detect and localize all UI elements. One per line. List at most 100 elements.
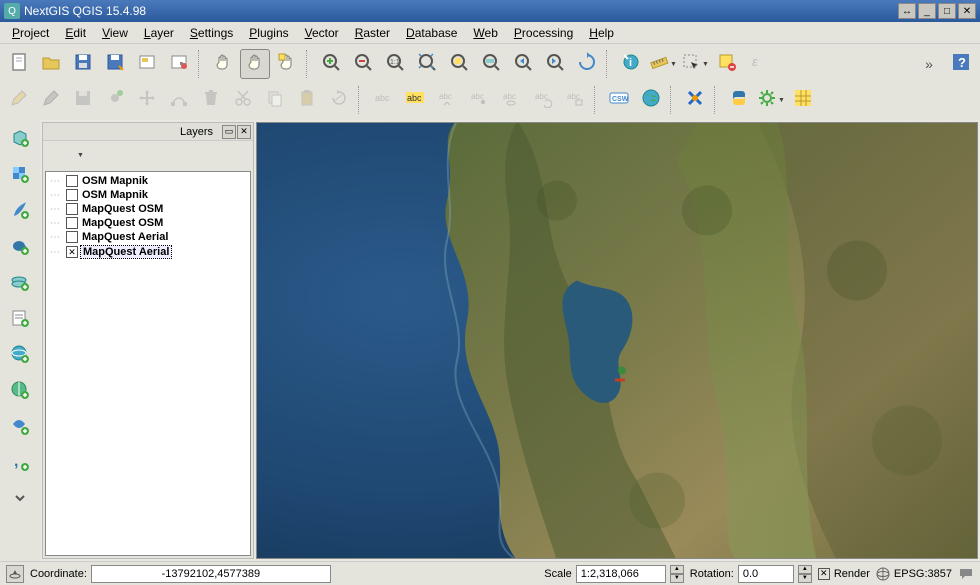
zoom-next-button[interactable] (540, 49, 570, 79)
label-move-button: abc (432, 85, 462, 115)
add-wfs-button[interactable] (4, 340, 36, 372)
web-globe-button[interactable] (636, 85, 666, 115)
zoom-out-button[interactable] (348, 49, 378, 79)
menu-view[interactable]: View (94, 24, 136, 42)
add-wcs-button[interactable] (4, 376, 36, 408)
layers-undock-button[interactable]: ▭ (222, 125, 236, 139)
maximize-button[interactable]: □ (938, 3, 956, 19)
open-project-button[interactable] (36, 49, 66, 79)
toggle-extents-button[interactable] (6, 565, 24, 583)
zoom-full-button[interactable] (412, 49, 442, 79)
identify-button[interactable]: i (616, 49, 646, 79)
grid-button[interactable] (788, 85, 818, 115)
layers-visibility-button[interactable]: ▼ (69, 144, 91, 166)
layer-checkbox[interactable] (66, 231, 78, 243)
layer-checkbox[interactable]: ✕ (66, 246, 78, 258)
add-postgis-button[interactable] (4, 232, 36, 264)
menu-project[interactable]: Project (4, 24, 57, 42)
crossing-button[interactable] (680, 85, 710, 115)
measure-button[interactable]: ▼ (648, 49, 678, 79)
svg-text:,: , (14, 453, 18, 470)
layers-tree[interactable]: ⋯OSM Mapnik⋯OSM Mapnik⋯MapQuest OSM⋯MapQ… (45, 171, 251, 556)
layers-expand-button[interactable] (117, 144, 139, 166)
menu-processing[interactable]: Processing (506, 24, 581, 42)
pan-button[interactable] (208, 49, 238, 79)
menu-vector[interactable]: Vector (297, 24, 347, 42)
python-icon (729, 88, 749, 113)
rotation-input[interactable] (738, 565, 794, 583)
layer-item[interactable]: ⋯MapQuest OSM (48, 216, 248, 230)
label-hl-button[interactable]: abc (400, 85, 430, 115)
layers-add-group-button[interactable] (45, 144, 67, 166)
layer-item[interactable]: ⋯OSM Mapnik (48, 174, 248, 188)
new-project-button[interactable] (4, 49, 34, 79)
menu-plugins[interactable]: Plugins (241, 24, 296, 42)
scale-up-button[interactable]: ▲ (670, 565, 684, 574)
aerial-map-image (257, 123, 977, 558)
menu-database[interactable]: Database (398, 24, 465, 42)
help-button[interactable]: ? (946, 49, 976, 79)
close-button[interactable]: ✕ (958, 3, 976, 19)
coordinate-input[interactable] (91, 565, 331, 583)
print-composer-button[interactable] (132, 49, 162, 79)
layer-item[interactable]: ⋯OSM Mapnik (48, 188, 248, 202)
scale-input[interactable] (576, 565, 666, 583)
layer-checkbox[interactable] (66, 217, 78, 229)
copy-icon (265, 88, 285, 113)
pan-selection-button[interactable] (240, 49, 270, 79)
map-canvas[interactable] (256, 122, 978, 559)
python-button[interactable] (724, 85, 754, 115)
layer-checkbox[interactable] (66, 203, 78, 215)
toolbar-overflow[interactable]: » (914, 49, 944, 79)
resize-button[interactable]: ↔ (898, 3, 916, 19)
layers-collapse-button[interactable] (141, 144, 163, 166)
deselect-button[interactable] (712, 49, 742, 79)
layers-remove-button[interactable] (165, 144, 187, 166)
add-raster-button[interactable] (4, 160, 36, 192)
plugins-cog-button[interactable]: ▼ (756, 85, 786, 115)
add-vector-button[interactable] (4, 124, 36, 156)
render-checkbox[interactable]: ✕ (818, 568, 830, 580)
rotation-down-button[interactable]: ▼ (798, 574, 812, 583)
add-csv-button[interactable] (4, 304, 36, 336)
composer-manager-button[interactable] (164, 49, 194, 79)
messages-button[interactable] (958, 567, 974, 581)
refresh-button[interactable] (572, 49, 602, 79)
add-delimited-button[interactable]: , (4, 448, 36, 480)
add-virtual-button[interactable] (4, 412, 36, 444)
menu-edit[interactable]: Edit (57, 24, 94, 42)
layer-checkbox[interactable] (66, 189, 78, 201)
zoom-selection-button[interactable] (444, 49, 474, 79)
save-project-button[interactable] (68, 49, 98, 79)
rotation-up-button[interactable]: ▲ (798, 565, 812, 574)
layer-item[interactable]: ⋯MapQuest Aerial (48, 230, 248, 244)
menu-raster[interactable]: Raster (347, 24, 398, 42)
menu-help[interactable]: Help (581, 24, 622, 42)
layers-close-button[interactable]: ✕ (237, 125, 251, 139)
zoom-in-button[interactable] (316, 49, 346, 79)
layer-checkbox[interactable] (66, 175, 78, 187)
zoom-layer-button[interactable] (476, 49, 506, 79)
menu-web[interactable]: Web (465, 24, 505, 42)
layer-item[interactable]: ⋯✕MapQuest Aerial (48, 244, 248, 260)
zoom-last-button[interactable] (508, 49, 538, 79)
save-as-button[interactable] (100, 49, 130, 79)
scale-down-button[interactable]: ▼ (670, 574, 684, 583)
zoom-in-tool-button[interactable] (272, 49, 302, 79)
grid-icon (793, 88, 813, 113)
crs-button[interactable]: EPSG:3857 (876, 567, 952, 581)
layers-filter-button[interactable] (93, 144, 115, 166)
menu-settings[interactable]: Settings (182, 24, 241, 42)
menu-layer[interactable]: Layer (136, 24, 182, 42)
minimize-button[interactable]: _ (918, 3, 936, 19)
identify-icon: i (621, 52, 641, 77)
layer-item[interactable]: ⋯MapQuest OSM (48, 202, 248, 216)
elephant-icon (10, 236, 30, 261)
add-wms-button[interactable] (4, 268, 36, 300)
csw-button[interactable]: CSW (604, 85, 634, 115)
toolbar-row-2: abcabcabcabcabcabcabcCSW▼ (4, 82, 976, 118)
more-tools-button[interactable] (4, 484, 36, 516)
zoom-1-1-button[interactable]: 1:1 (380, 49, 410, 79)
add-spatialite-button[interactable] (4, 196, 36, 228)
select-button[interactable]: ▼ (680, 49, 710, 79)
